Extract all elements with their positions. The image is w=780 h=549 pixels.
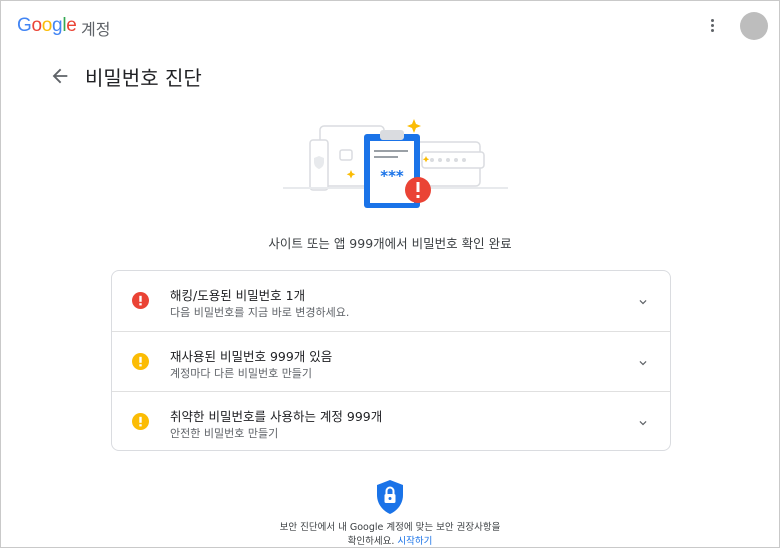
exclamation-icon [132, 292, 149, 309]
issue-subtitle: 안전한 비밀번호 만들기 [170, 427, 279, 440]
issue-row-weak[interactable]: 취약한 비밀번호를 사용하는 계정 999개 안전한 비밀번호 만들기 [112, 391, 670, 452]
arrow-back-icon[interactable] [49, 65, 71, 87]
issue-row-compromised[interactable]: 해킹/도용된 비밀번호 1개 다음 비밀번호를 지금 바로 변경하세요. [112, 271, 670, 331]
issues-card: 해킹/도용된 비밀번호 1개 다음 비밀번호를 지금 바로 변경하세요. 재사용… [111, 270, 671, 451]
exclamation-icon [132, 353, 149, 370]
issue-subtitle: 다음 비밀번호를 지금 바로 변경하세요. [170, 306, 350, 319]
google-logo[interactable]: Google [17, 15, 77, 37]
checkup-summary: 사이트 또는 앱 999개에서 비밀번호 확인 완료 [268, 236, 512, 251]
password-checkup-illustration: *** [280, 114, 512, 216]
exclamation-icon [132, 413, 149, 430]
top-bar: Google 계정 [1, 1, 779, 53]
avatar[interactable] [740, 12, 768, 40]
promo-text-line1: 보안 진단에서 내 Google 계정에 맞는 보안 권장사항을 [279, 522, 501, 533]
lock-shield-icon [375, 479, 405, 515]
security-checkup-promo: 보안 진단에서 내 Google 계정에 맞는 보안 권장사항을 확인하세요. … [1, 521, 779, 549]
logo-suffix: 계정 [81, 20, 111, 39]
svg-text:***: *** [380, 167, 404, 185]
issue-title: 해킹/도용된 비밀번호 1개 [170, 288, 306, 303]
issue-subtitle: 계정마다 다른 비밀번호 만들기 [170, 367, 313, 380]
chevron-down-icon[interactable] [636, 415, 650, 429]
chevron-down-icon[interactable] [636, 355, 650, 369]
page-title: 비밀번호 진단 [85, 66, 202, 90]
chevron-down-icon[interactable] [636, 294, 650, 308]
issue-row-reused[interactable]: 재사용된 비밀번호 999개 있음 계정마다 다른 비밀번호 만들기 [112, 331, 670, 392]
get-started-link[interactable]: 시작하기 [397, 536, 432, 547]
more-vert-icon[interactable] [704, 17, 720, 37]
issue-title: 재사용된 비밀번호 999개 있음 [170, 349, 333, 364]
issue-title: 취약한 비밀번호를 사용하는 계정 999개 [170, 409, 383, 424]
promo-text-line2: 확인하세요. [347, 536, 395, 547]
